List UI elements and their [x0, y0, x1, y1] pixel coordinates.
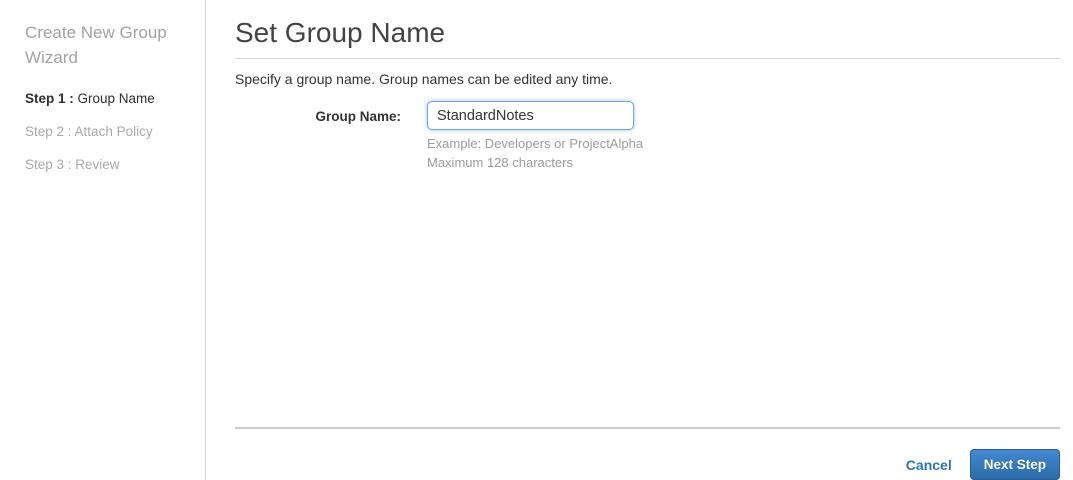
main-panel: Set Group Name Specify a group name. Gro… — [207, 0, 1073, 480]
group-name-field-wrap: Example: Developers or ProjectAlpha Maxi… — [427, 101, 643, 172]
page-title: Set Group Name — [235, 17, 446, 48]
wizard-title: Create New Group Wizard — [25, 23, 167, 67]
group-name-hints: Example: Developers or ProjectAlpha Maxi… — [427, 135, 643, 172]
group-name-form-row: Group Name: Example: Developers or Proje… — [235, 101, 1060, 172]
page-description: Specify a group name. Group names can be… — [235, 71, 613, 87]
step-number: Step 1 : — [25, 91, 74, 106]
wizard-sidebar: Create New Group Wizard Step 1 : Group N… — [0, 0, 206, 480]
step-label: Review — [71, 157, 120, 172]
step-number: Step 2 : — [25, 124, 72, 139]
step-label: Group Name — [73, 91, 155, 106]
sidebar-step-group-name: Step 1 : Group Name — [25, 91, 185, 106]
title-divider — [235, 58, 1060, 59]
group-name-label: Group Name: — [315, 109, 401, 124]
group-name-input[interactable] — [427, 101, 634, 130]
sidebar-step-attach-policy: Step 2 : Attach Policy — [25, 124, 185, 139]
step-number: Step 3 : — [25, 157, 72, 172]
hint-example: Example: Developers or ProjectAlpha — [427, 136, 644, 151]
sidebar-step-review: Step 3 : Review — [25, 157, 185, 172]
next-step-button[interactable]: Next Step — [969, 449, 1060, 480]
step-label: Attach Policy — [71, 124, 153, 139]
cancel-button[interactable]: Cancel — [906, 457, 952, 473]
wizard-footer: Cancel Next Step — [235, 429, 1060, 480]
hint-max-length: Maximum 128 characters — [427, 154, 573, 170]
